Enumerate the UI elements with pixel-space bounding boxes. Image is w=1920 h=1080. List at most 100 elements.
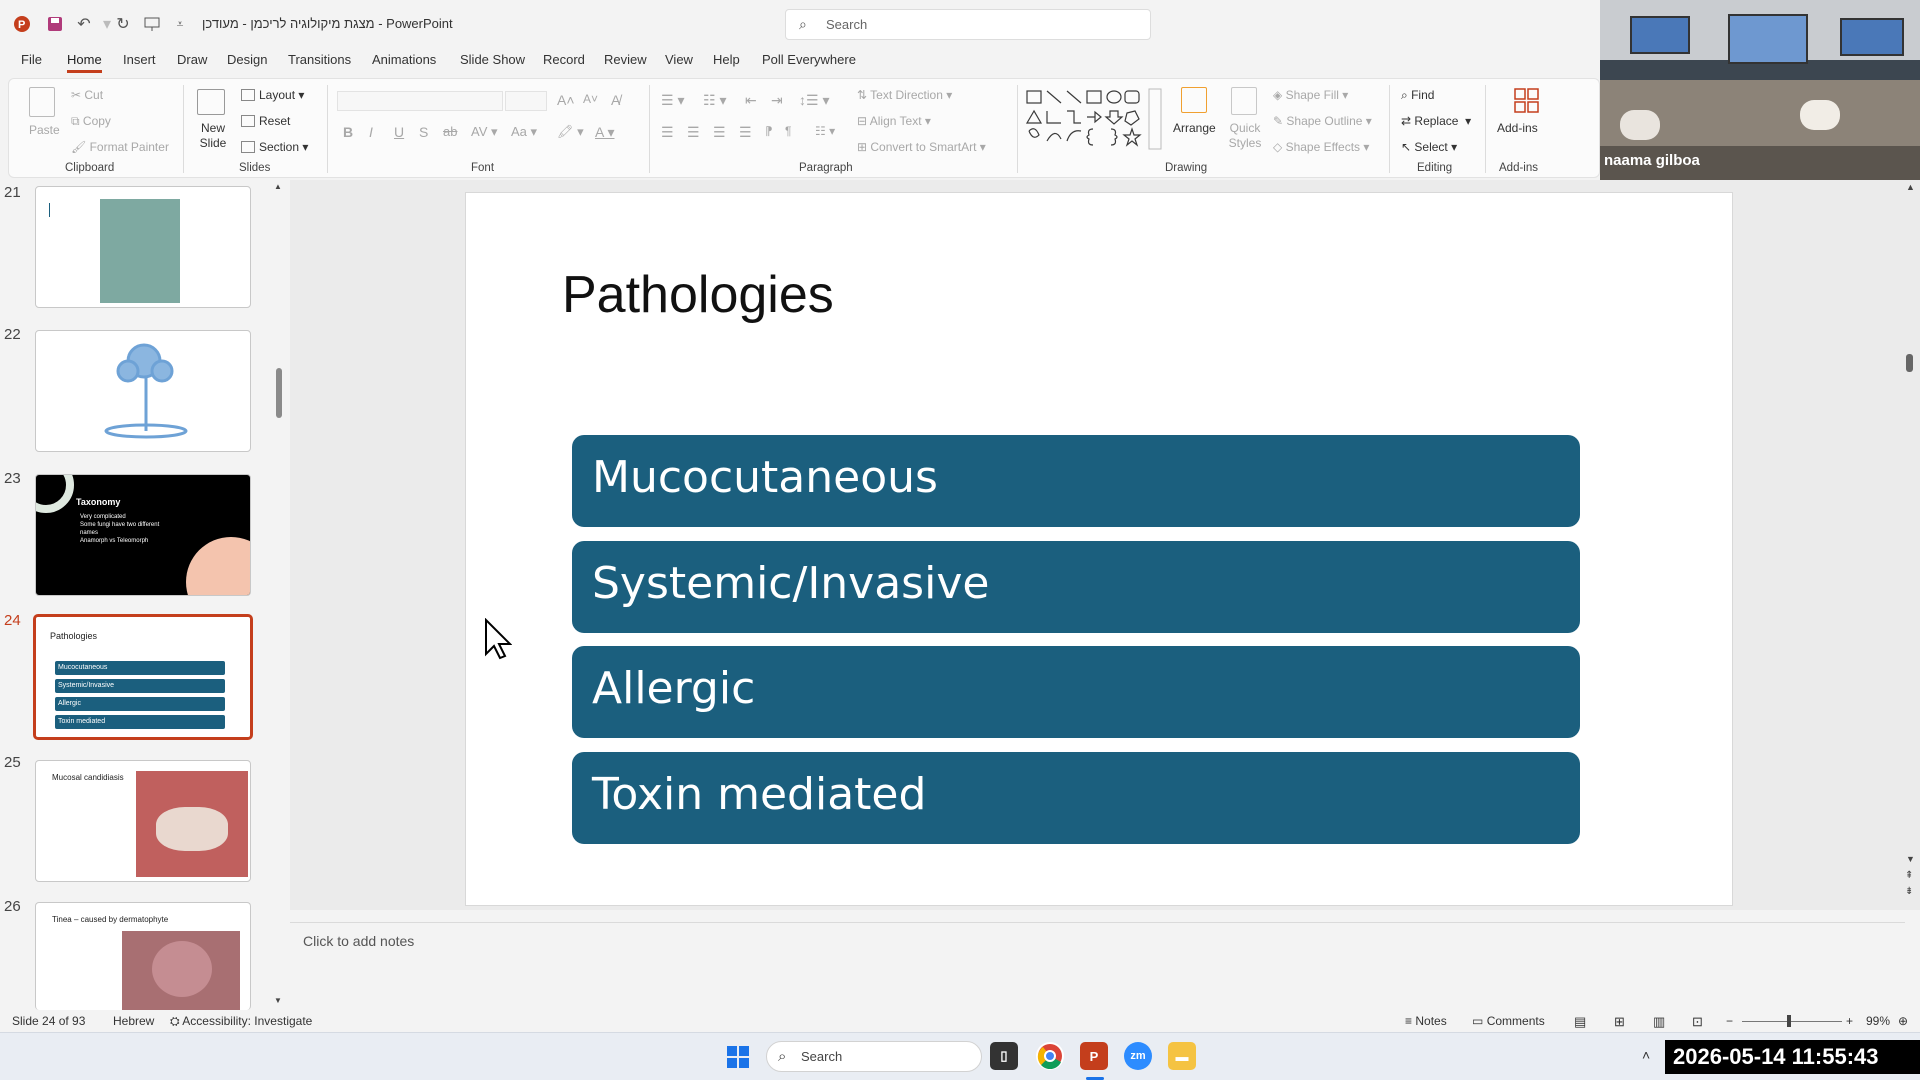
slide-scrollbar[interactable]: ▲ ▼ ⇞ ⇟ (1900, 180, 1920, 910)
arrange-icon[interactable] (1181, 87, 1207, 113)
align-left-icon[interactable]: ☰ (661, 124, 674, 141)
thumbnails-scrollbar[interactable]: ▲ ▼ (274, 180, 284, 1010)
scroll-down-icon[interactable]: ▼ (1906, 854, 1915, 864)
ltr-icon[interactable]: ⁋ (765, 124, 773, 138)
layout-button[interactable]: Layout ▾ (241, 88, 304, 102)
shape-effects-button[interactable]: ◇ Shape Effects ▾ (1273, 140, 1369, 154)
file-explorer-icon[interactable]: ▬ (1168, 1042, 1196, 1070)
zoom-app-icon[interactable]: zm (1124, 1042, 1152, 1070)
increase-font-icon[interactable]: A˄ (557, 92, 575, 108)
shadow-icon[interactable]: S (419, 124, 428, 140)
slide-thumbnails-pane[interactable]: 21 22 23 Taxonomy Very complicated Some … (0, 180, 290, 1010)
convert-smartart-button[interactable]: ⊞ Convert to SmartArt ▾ (857, 140, 986, 154)
tab-animations[interactable]: Animations (372, 52, 436, 67)
highlight-color-icon[interactable]: 🖍 ▾ (557, 124, 584, 140)
paste-icon[interactable] (29, 87, 55, 117)
shape-fill-button[interactable]: ◈ Shape Fill ▾ (1273, 88, 1348, 102)
previous-slide-icon[interactable]: ⇞ (1905, 870, 1913, 881)
accessibility-button[interactable]: ⛭ Accessibility: Investigate (170, 1014, 312, 1029)
font-size-select[interactable] (505, 91, 547, 111)
zoom-out-icon[interactable]: − (1726, 1014, 1733, 1028)
powerpoint-taskbar-icon[interactable]: P (1080, 1042, 1108, 1070)
bold-icon[interactable]: B (343, 124, 353, 140)
align-right-icon[interactable]: ☰ (713, 124, 726, 141)
arrange-button[interactable]: Arrange (1173, 121, 1216, 135)
pathology-box[interactable]: Mucocutaneous (572, 435, 1580, 527)
find-button[interactable]: ⌕ Find (1401, 88, 1434, 103)
notes-placeholder[interactable]: Click to add notes (303, 933, 414, 949)
char-spacing-icon[interactable]: AV ▾ (471, 124, 498, 140)
slideshow-view-icon[interactable]: ⊡ (1692, 1014, 1703, 1030)
slide-thumbnail-selected[interactable]: Pathologies Mucocutaneous Systemic/Invas… (33, 614, 253, 740)
tab-draw[interactable]: Draw (177, 52, 207, 67)
save-icon[interactable] (45, 14, 65, 34)
change-case-icon[interactable]: Aa ▾ (511, 124, 537, 140)
scroll-up-icon[interactable]: ▲ (274, 182, 282, 191)
cut-button[interactable]: ✂ Cut (71, 88, 103, 102)
pathology-box[interactable]: Toxin mediated (572, 752, 1580, 844)
slide-thumbnail[interactable]: Tinea – caused by dermatophyte (35, 902, 251, 1010)
clear-format-icon[interactable]: A̸ (611, 92, 620, 108)
slide-sorter-icon[interactable]: ⊞ (1614, 1014, 1625, 1030)
copy-button[interactable]: ⧉ Copy (71, 114, 111, 129)
tab-insert[interactable]: Insert (123, 52, 156, 67)
paste-button[interactable]: Paste (29, 123, 60, 137)
increase-indent-icon[interactable]: ⇥ (771, 92, 783, 109)
numbering-icon[interactable]: ☷ ▾ (703, 92, 726, 109)
align-center-icon[interactable]: ☰ (687, 124, 700, 141)
notes-button[interactable]: ≡ Notes (1405, 1014, 1447, 1028)
tab-review[interactable]: Review (604, 52, 647, 67)
new-slide-button[interactable]: New Slide (195, 121, 231, 151)
replace-button[interactable]: ⇄ Replace ▾ (1401, 114, 1471, 128)
zoom-slider[interactable] (1742, 1021, 1842, 1022)
slide-thumbnail[interactable]: Mucosal candidiasis (35, 760, 251, 882)
shape-outline-button[interactable]: ✎ Shape Outline ▾ (1273, 114, 1372, 128)
quick-styles-button[interactable]: Quick Styles (1227, 121, 1263, 151)
format-painter-button[interactable]: 🖌 Format Painter (71, 140, 169, 154)
current-slide[interactable]: Pathologies Mucocutaneous Systemic/Invas… (465, 192, 1733, 906)
search-input[interactable]: ⌕ Search (785, 9, 1151, 40)
chrome-icon[interactable] (1036, 1042, 1064, 1070)
decrease-font-icon[interactable]: A˅ (583, 92, 598, 106)
zoom-level[interactable]: 99% (1866, 1014, 1890, 1028)
scroll-down-icon[interactable]: ▼ (274, 996, 282, 1005)
decrease-indent-icon[interactable]: ⇤ (745, 92, 757, 109)
windows-start-icon[interactable] (727, 1046, 749, 1073)
undo-icon[interactable]: ↶ (74, 14, 94, 34)
pathology-box[interactable]: Systemic/Invasive (572, 541, 1580, 633)
reset-button[interactable]: Reset (241, 114, 290, 128)
slide-thumbnail[interactable] (35, 186, 251, 308)
scrollbar-thumb[interactable] (1906, 354, 1913, 372)
italic-icon[interactable]: I (369, 124, 373, 140)
justify-icon[interactable]: ☰ (739, 124, 752, 141)
zoom-slider-handle[interactable] (1787, 1015, 1791, 1027)
customize-toolbar-icon[interactable]: ⩡ (170, 14, 190, 34)
tab-view[interactable]: View (665, 52, 693, 67)
tab-poll-everywhere[interactable]: Poll Everywhere (762, 52, 856, 67)
comments-button[interactable]: ▭ Comments (1472, 1014, 1545, 1028)
section-button[interactable]: Section ▾ (241, 140, 308, 154)
slide-title[interactable]: Pathologies (562, 265, 834, 325)
notes-pane[interactable]: Click to add notes (290, 922, 1905, 1010)
scrollbar-thumb[interactable] (276, 368, 282, 418)
addins-button[interactable]: Add-ins (1497, 121, 1538, 135)
pathology-box[interactable]: Allergic (572, 646, 1580, 738)
tab-slide-show[interactable]: Slide Show (460, 52, 525, 67)
language-indicator[interactable]: Hebrew (113, 1014, 154, 1028)
tab-record[interactable]: Record (543, 52, 585, 67)
text-direction-button[interactable]: ⇅ Text Direction ▾ (857, 88, 952, 102)
show-hidden-icons-icon[interactable]: ˄ (1642, 1047, 1650, 1063)
strikethrough-icon[interactable]: ab (443, 124, 457, 139)
tab-help[interactable]: Help (713, 52, 740, 67)
slide-thumbnail[interactable] (35, 330, 251, 452)
fit-slide-icon[interactable]: ⊕ (1898, 1014, 1908, 1028)
present-icon[interactable] (142, 14, 162, 34)
select-button[interactable]: ↖ Select ▾ (1401, 140, 1457, 154)
tab-transitions[interactable]: Transitions (288, 52, 351, 67)
underline-icon[interactable]: U (394, 124, 404, 140)
new-slide-icon[interactable] (197, 89, 225, 115)
bullets-icon[interactable]: ☰ ▾ (661, 92, 684, 109)
align-text-button[interactable]: ⊟ Align Text ▾ (857, 114, 931, 128)
rtl-icon[interactable]: ¶ (785, 124, 791, 138)
quick-styles-icon[interactable] (1231, 87, 1257, 115)
